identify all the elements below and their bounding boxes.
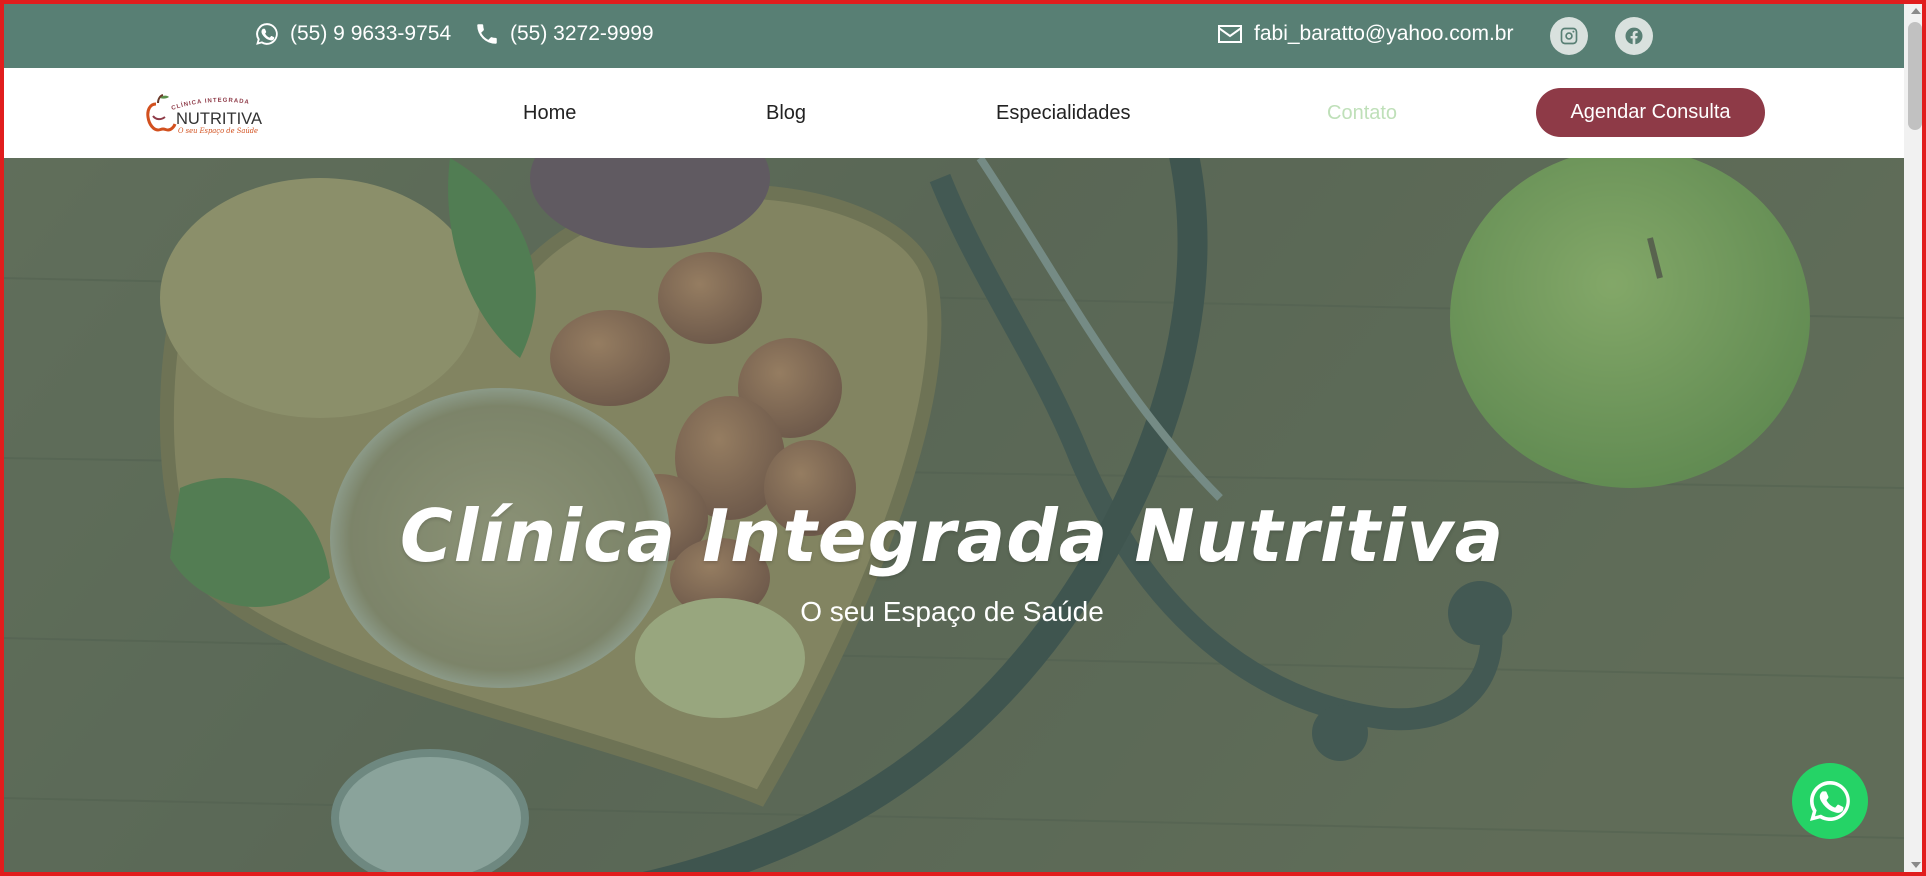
- scrollbar-thumb[interactable]: [1908, 22, 1922, 130]
- whatsapp-icon: [1810, 781, 1850, 821]
- nav-link-blog[interactable]: Blog: [766, 68, 806, 158]
- scroll-up-arrow-icon[interactable]: [1911, 8, 1921, 14]
- whatsapp-icon: [256, 23, 278, 45]
- hero-subtitle: O seu Espaço de Saúde: [800, 596, 1104, 627]
- top-contact-bar: (55) 9 9633-9754 (55) 3272-9999 fabi_bar…: [0, 0, 1904, 68]
- whatsapp-phone[interactable]: (55) 9 9633-9754: [254, 0, 451, 68]
- scroll-down-arrow-icon[interactable]: [1911, 862, 1921, 868]
- hero-banner: Clínica Integrada Nutritiva O seu Espaço…: [0, 158, 1904, 876]
- hero-title: Clínica Integrada Nutritiva: [399, 494, 1505, 578]
- envelope-icon: [1218, 25, 1242, 43]
- nav-link-home[interactable]: Home: [523, 68, 576, 158]
- main-navigation: CLÍNICA INTEGRADA NUTRITIVA O seu Espaço…: [0, 68, 1904, 158]
- facebook-icon: [1625, 27, 1643, 45]
- nav-link-especialidades[interactable]: Especialidades: [996, 68, 1131, 158]
- landline-phone[interactable]: (55) 3272-9999: [474, 0, 654, 68]
- instagram-button[interactable]: [1550, 17, 1588, 55]
- logo-brand: NUTRITIVA: [176, 109, 263, 128]
- instagram-icon: [1560, 27, 1578, 45]
- phone-icon: [477, 24, 497, 44]
- schedule-appointment-button[interactable]: Agendar Consulta: [1536, 88, 1765, 137]
- whatsapp-number: (55) 9 9633-9754: [290, 22, 452, 45]
- vertical-scrollbar[interactable]: [1904, 0, 1926, 876]
- phone-number: (55) 3272-9999: [510, 22, 654, 45]
- email-address: fabi_baratto@yahoo.com.br: [1254, 22, 1514, 45]
- facebook-button[interactable]: [1615, 17, 1653, 55]
- whatsapp-float-button[interactable]: [1792, 763, 1868, 839]
- apple-mark-icon: [146, 102, 177, 132]
- logo-tagline: O seu Espaço de Saúde: [178, 127, 258, 135]
- email-contact[interactable]: fabi_baratto@yahoo.com.br: [1216, 0, 1513, 68]
- nutritiva-logo[interactable]: CLÍNICA INTEGRADA NUTRITIVA O seu Espaço…: [144, 90, 266, 138]
- nav-link-contato[interactable]: Contato: [1327, 68, 1397, 158]
